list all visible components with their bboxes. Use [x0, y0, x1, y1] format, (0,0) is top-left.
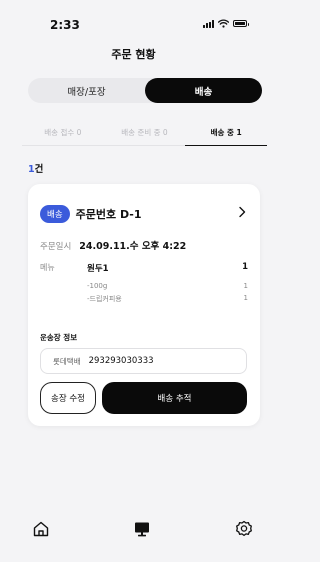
page-title: 주문 현황 — [111, 48, 156, 61]
courier-name: 롯데택배 — [53, 356, 81, 366]
menu-label: 메뉴 — [40, 263, 55, 272]
monitor-icon[interactable] — [133, 520, 151, 538]
order-header[interactable]: 배송 주문번호 D-1 — [40, 205, 142, 223]
settings-icon[interactable] — [235, 520, 253, 538]
delivery-badge: 배송 — [40, 205, 70, 223]
home-icon[interactable] — [32, 520, 50, 538]
status-icons — [203, 19, 249, 28]
status-bar: 2:33 — [0, 0, 267, 40]
order-count: 1건 — [28, 161, 43, 175]
tracking-number: 293293030333 — [88, 356, 154, 366]
menu-option-name: -드립커피용 — [87, 295, 122, 303]
shipping-info-label: 운송장 정보 — [40, 333, 78, 342]
signal-icon — [203, 19, 214, 28]
order-type-toggle: 매장/포장 배송 — [28, 78, 262, 103]
order-date-label: 주문일시 — [40, 242, 72, 252]
segment-store-pickup[interactable]: 매장/포장 — [28, 78, 145, 103]
bottom-nav — [0, 512, 267, 548]
menu-option-qty: 1 — [243, 294, 248, 302]
order-card: 배송 주문번호 D-1 주문일시 24.09.11.수 오후 4:22 메뉴 원… — [28, 184, 260, 426]
chevron-right-icon[interactable] — [238, 206, 246, 218]
tracking-info-box: 롯데택배 293293030333 — [40, 348, 247, 374]
status-time: 2:33 — [50, 18, 80, 32]
menu-option-qty: 1 — [243, 282, 248, 290]
tab-delivery-received[interactable]: 배송 접수 0 — [22, 122, 104, 145]
order-date-value: 24.09.11.수 오후 4:22 — [79, 241, 187, 252]
menu-option-name: -100g — [87, 282, 108, 290]
tab-delivery-in-progress[interactable]: 배송 중 1 — [185, 122, 268, 146]
track-delivery-button[interactable]: 배송 추적 — [102, 382, 247, 414]
delivery-status-tabs: 배송 접수 0 배송 준비 중 0 배송 중 1 — [22, 122, 268, 146]
menu-item-name: 원두1 — [87, 264, 109, 274]
tab-delivery-preparing[interactable]: 배송 준비 중 0 — [104, 122, 186, 145]
battery-icon — [233, 20, 249, 27]
order-number: 주문번호 D-1 — [75, 208, 142, 221]
order-date-row: 주문일시 24.09.11.수 오후 4:22 — [40, 238, 186, 252]
edit-invoice-button[interactable]: 송장 수정 — [40, 382, 96, 414]
segment-delivery[interactable]: 배송 — [145, 78, 262, 103]
order-count-suffix: 건 — [34, 164, 44, 175]
menu-item-qty: 1 — [242, 262, 248, 272]
order-count-number: 1 — [28, 164, 35, 175]
wifi-icon — [218, 19, 229, 28]
